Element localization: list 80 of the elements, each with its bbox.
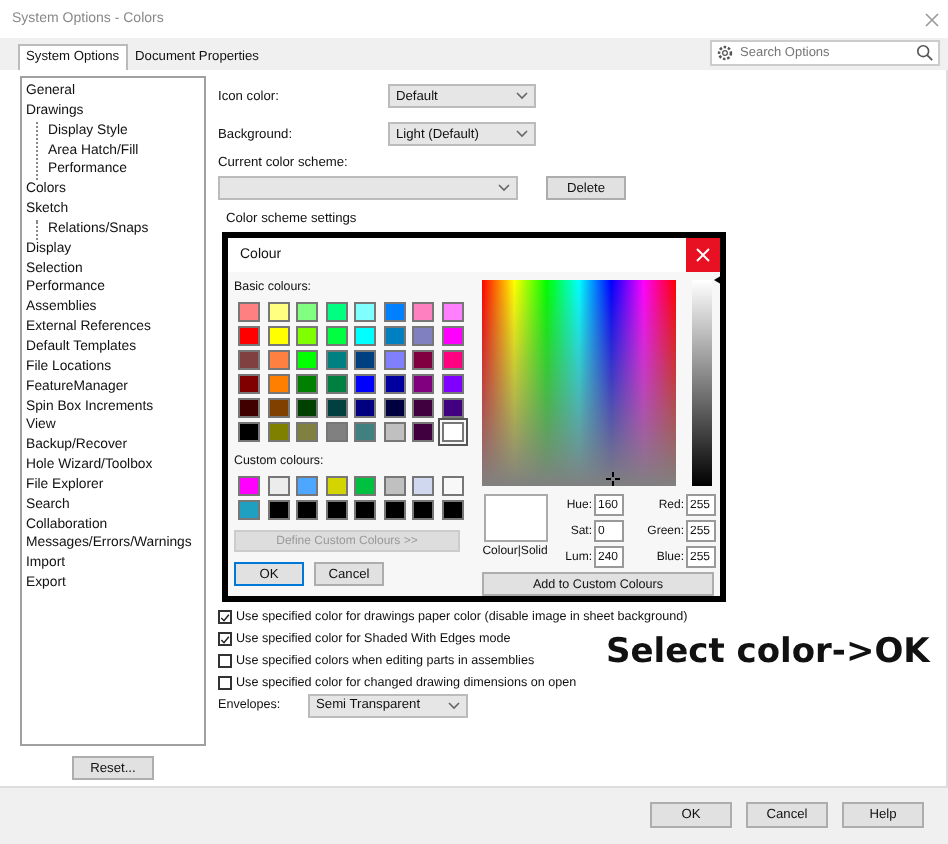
colour-swatch[interactable] [238,476,260,496]
colour-swatch[interactable] [412,374,434,394]
colour-swatch[interactable] [412,302,434,322]
crosshair-icon [606,472,620,486]
colour-swatch[interactable] [296,476,318,496]
colour-swatch[interactable] [412,350,434,370]
colour-swatch[interactable] [325,398,347,418]
colour-swatch[interactable] [354,326,376,346]
colour-swatch[interactable] [238,500,260,520]
colour-swatch[interactable] [383,500,405,520]
colour-swatch[interactable] [383,302,405,322]
colour-swatch[interactable] [238,398,260,418]
colour-swatch[interactable] [383,350,405,370]
colour-swatch[interactable] [267,326,289,346]
colour-swatch[interactable] [441,374,463,394]
colour-swatch[interactable] [354,374,376,394]
colour-swatch[interactable] [441,476,463,496]
colour-swatch[interactable] [296,374,318,394]
checkbox[interactable] [218,632,232,646]
colour-swatch[interactable] [296,302,318,322]
colour-swatch[interactable] [267,350,289,370]
colour-swatch[interactable] [441,350,463,370]
chevron-down-icon [516,92,528,100]
checkbox[interactable] [218,610,232,624]
colour-swatch[interactable] [383,476,405,496]
colour-swatch[interactable] [441,326,463,346]
colour-swatch[interactable] [325,500,347,520]
chevron-down-icon [448,701,460,709]
colour-swatch[interactable] [296,398,318,418]
colour-swatch[interactable] [354,476,376,496]
checkbox[interactable] [218,676,232,690]
colour-swatch[interactable] [267,302,289,322]
colour-swatch[interactable] [267,476,289,496]
colour-swatch[interactable] [325,302,347,322]
colour-swatch[interactable] [296,326,318,346]
chevron-down-icon [498,184,510,192]
colour-swatch[interactable] [441,500,463,520]
colour-swatch[interactable] [296,500,318,520]
colour-swatch[interactable] [441,302,463,322]
colour-swatch[interactable] [354,350,376,370]
colour-swatch[interactable] [441,422,463,442]
colour-swatch[interactable] [441,398,463,418]
colour-swatch[interactable] [267,398,289,418]
checkbox[interactable] [218,654,232,668]
colour-swatch[interactable] [325,350,347,370]
close-button[interactable] [686,238,720,272]
colour-swatch[interactable] [325,476,347,496]
search-icon [916,44,934,62]
colour-swatch[interactable] [238,302,260,322]
slider-arrow-icon[interactable] [714,274,724,286]
chevron-down-icon [516,130,528,138]
colour-swatch[interactable] [383,422,405,442]
close-icon [696,248,710,262]
colour-swatch[interactable] [383,398,405,418]
colour-swatch[interactable] [354,500,376,520]
colour-swatch[interactable] [238,326,260,346]
colour-swatch[interactable] [325,326,347,346]
colour-swatch[interactable] [325,374,347,394]
colour-swatch[interactable] [296,422,318,442]
colour-swatch[interactable] [238,374,260,394]
colour-swatch[interactable] [325,422,347,442]
colour-swatch[interactable] [354,398,376,418]
colour-spectrum[interactable] [482,280,676,486]
colour-swatch[interactable] [412,476,434,496]
colour-swatch[interactable] [238,350,260,370]
colour-swatch[interactable] [412,326,434,346]
colour-swatch[interactable] [412,398,434,418]
annotation-text: Select color->OK [606,632,930,672]
colour-swatch[interactable] [296,350,318,370]
colour-swatch[interactable] [354,302,376,322]
colour-swatch[interactable] [383,326,405,346]
colour-swatch[interactable] [267,500,289,520]
colour-swatch[interactable] [383,374,405,394]
colour-swatch[interactable] [267,374,289,394]
close-icon[interactable] [924,11,940,27]
colour-swatch[interactable] [354,422,376,442]
colour-swatch[interactable] [412,500,434,520]
colour-swatch[interactable] [267,422,289,442]
colour-swatch[interactable] [412,422,434,442]
colour-swatch[interactable] [238,422,260,442]
